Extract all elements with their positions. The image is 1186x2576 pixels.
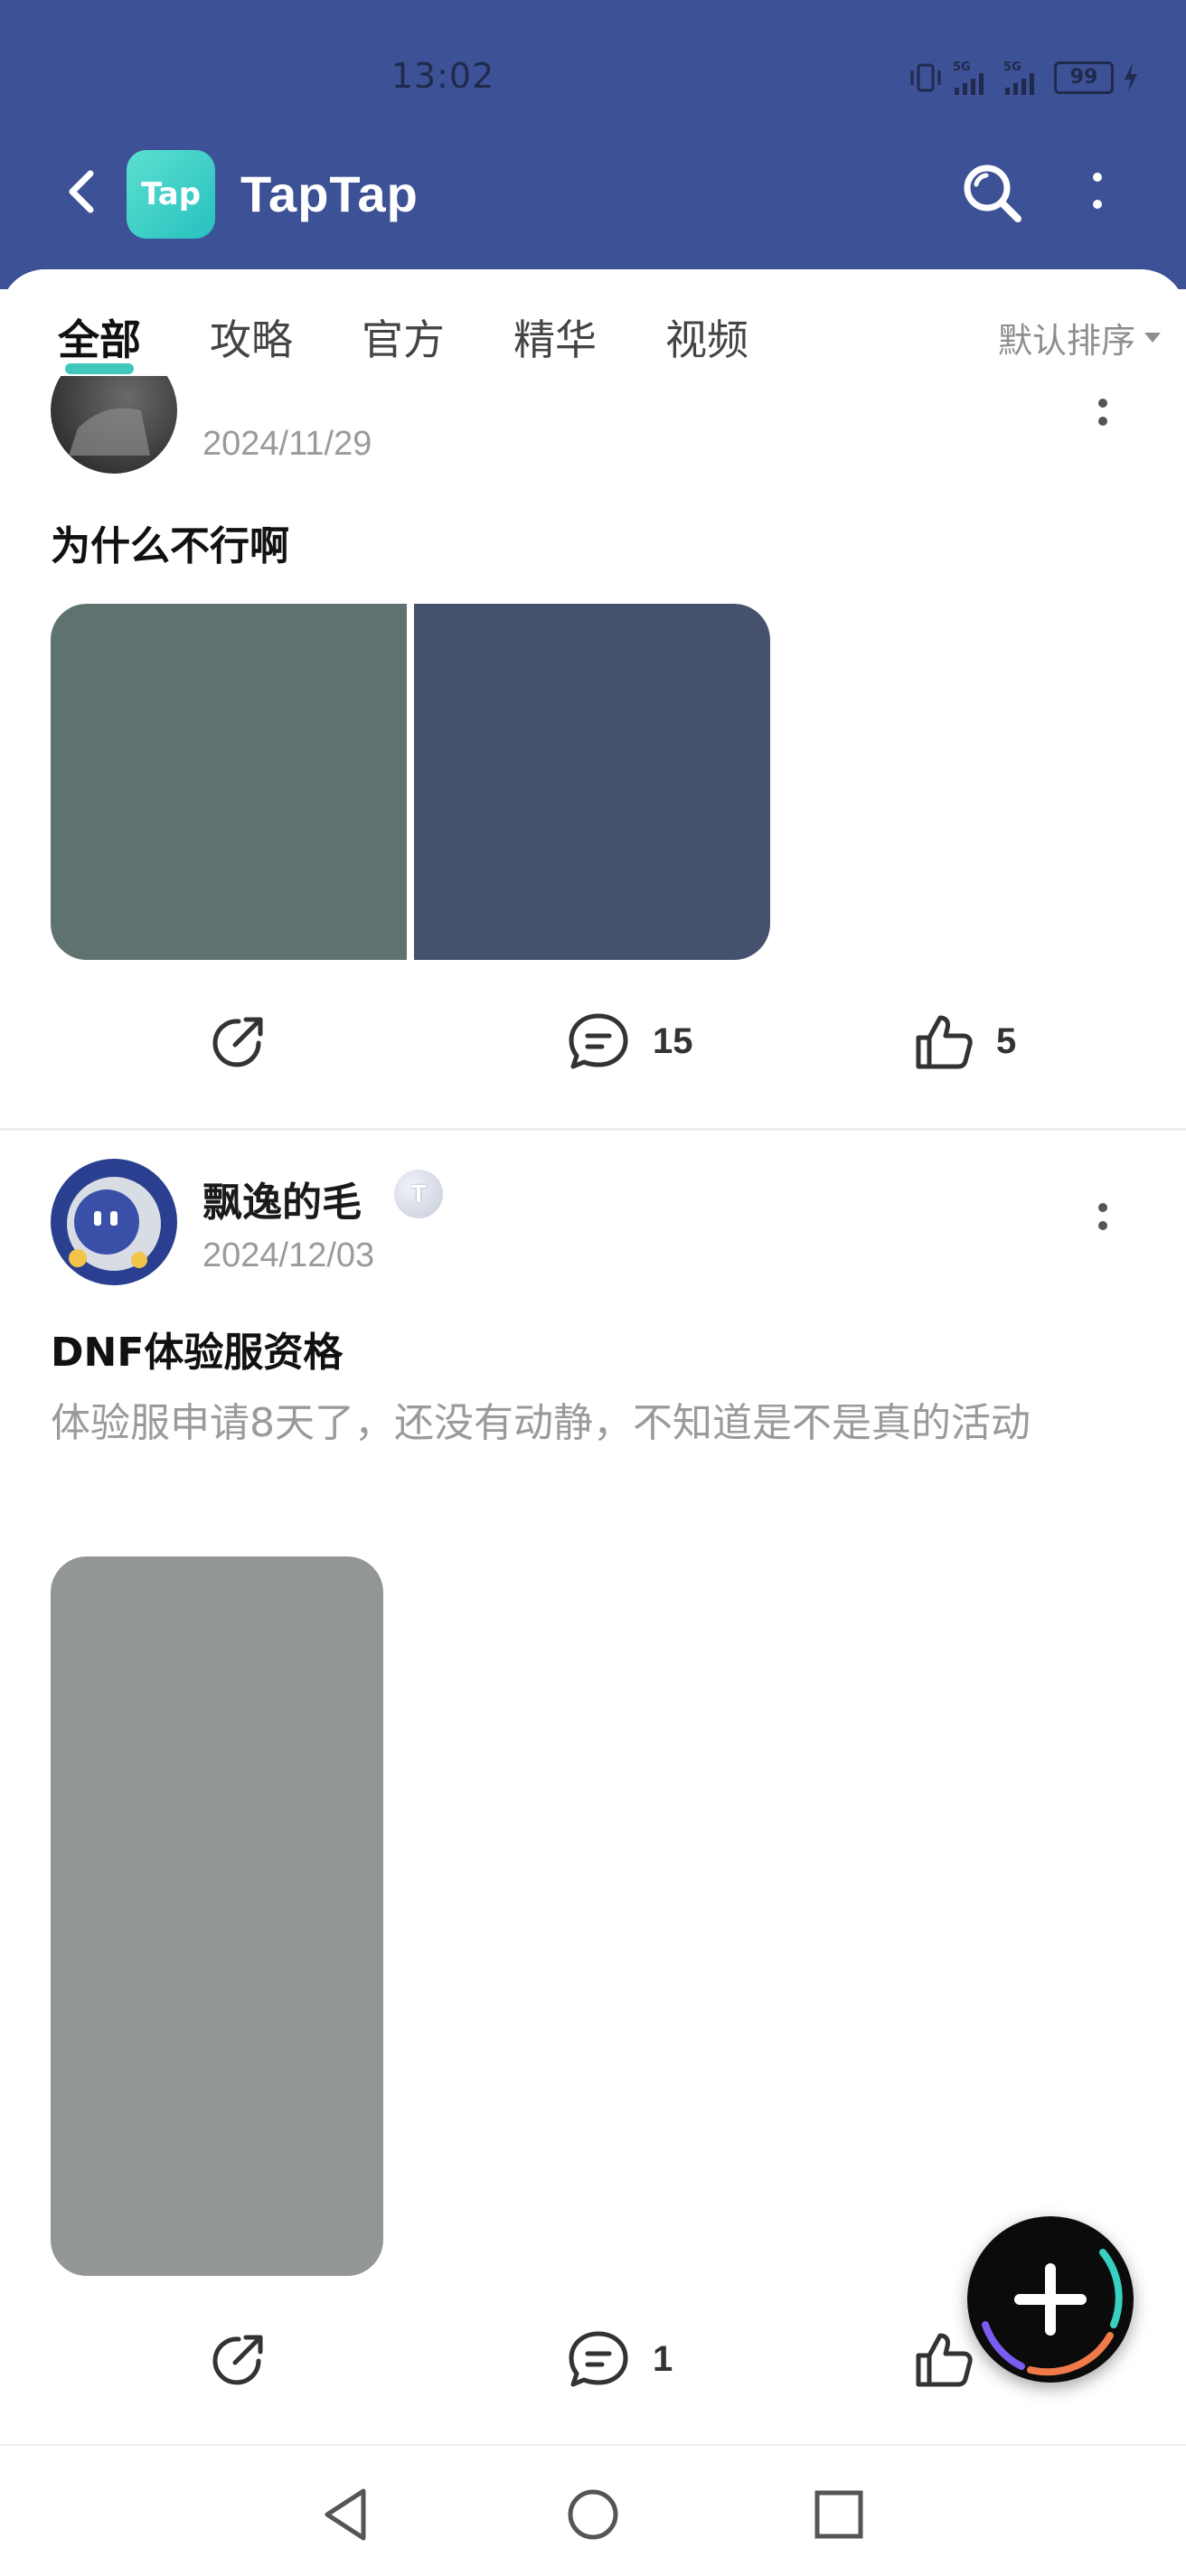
app-title: TapTap [240, 165, 419, 222]
more-vertical-icon[interactable] [1094, 1200, 1112, 1251]
sort-dropdown[interactable]: 默认排序 [998, 313, 1161, 362]
avatar-image [67, 1177, 161, 1271]
signal-bars-icon [1005, 72, 1034, 95]
tab-bar: 全部 攻略 官方 精华 视频 默认排序 [0, 269, 1186, 376]
thumbs-up-icon [916, 1015, 973, 1069]
status-icons: 5G 5G 99 [908, 60, 1139, 96]
nav-home-icon[interactable] [566, 2487, 620, 2542]
signal-1-label: 5G [953, 60, 971, 74]
signal-bars-icon [955, 72, 984, 95]
tab-label: 全部 [58, 315, 141, 364]
nav-recents-icon[interactable] [814, 2489, 864, 2540]
thumbs-up-icon [916, 2333, 973, 2387]
back-arrow-icon[interactable] [56, 165, 110, 219]
comment-button[interactable]: 15 [566, 1011, 693, 1072]
tab-label: 攻略 [210, 315, 293, 364]
tab-label: 精华 [513, 315, 597, 364]
app-bar: Tap TapTap [0, 145, 1186, 244]
post-date: 2024/11/29 [202, 425, 372, 463]
post-card[interactable]: 2024/11/29 为什么不行啊 15 5 [0, 269, 1186, 1130]
signal-2-label: 5G [1003, 60, 1021, 74]
header: 13:02 5G 5G 99 Tap TapTap [0, 0, 1186, 289]
system-navigation-bar [0, 2444, 1186, 2576]
plus-icon [982, 2249, 1123, 2376]
tab-all[interactable]: 全部 [58, 307, 141, 374]
tab-label: 视频 [665, 315, 748, 364]
more-vertical-icon[interactable] [1094, 396, 1112, 447]
like-count: 5 [996, 1020, 1017, 1061]
post-image[interactable] [51, 604, 407, 960]
signal-2: 5G [1003, 61, 1040, 95]
post-date: 2024/12/03 [202, 1236, 375, 1274]
post-body: 体验服申请8天了，还没有动静，不知道是不是真的活动 [51, 1400, 1031, 1446]
sort-label: 默认排序 [997, 321, 1135, 361]
signal-1: 5G [953, 61, 989, 95]
tab-active-indicator [65, 363, 134, 374]
tab-guides[interactable]: 攻略 [210, 307, 293, 367]
tab-video[interactable]: 视频 [665, 307, 748, 367]
share-icon [212, 2335, 263, 2385]
post-username[interactable]: 飘逸的毛 [202, 1170, 362, 1227]
more-vertical-icon[interactable] [1081, 168, 1114, 222]
status-time: 13:02 [391, 56, 495, 96]
post-divider [0, 1128, 1186, 1131]
comment-count: 15 [653, 1020, 693, 1061]
vibrate-icon [910, 63, 941, 92]
comment-icon [569, 2331, 628, 2387]
taptap-logo: Tap [127, 150, 215, 239]
post-title: DNF体验服资格 [51, 1330, 344, 1376]
post-title: 为什么不行啊 [51, 523, 289, 569]
level-badge: T [394, 1170, 443, 1218]
comment-icon [569, 1013, 628, 1069]
tab-label: 官方 [362, 315, 445, 364]
share-icon [212, 1017, 263, 1067]
comment-count: 1 [653, 2338, 673, 2379]
comment-button[interactable]: 1 [566, 2328, 673, 2390]
tab-featured[interactable]: 精华 [513, 307, 597, 367]
like-button[interactable] [913, 2328, 974, 2390]
post-image[interactable] [414, 604, 770, 960]
share-button[interactable] [208, 1011, 269, 1072]
tab-official[interactable]: 官方 [362, 307, 445, 367]
avatar[interactable] [51, 1159, 177, 1285]
charging-icon [1125, 63, 1137, 92]
battery-indicator: 99 [1054, 61, 1114, 94]
search-icon[interactable] [956, 157, 1029, 230]
create-post-button[interactable] [967, 2216, 1134, 2383]
nav-back-icon[interactable] [322, 2487, 369, 2542]
post-image[interactable] [51, 1556, 383, 2276]
share-button[interactable] [208, 2328, 269, 2390]
like-button[interactable]: 5 [913, 1011, 1016, 1072]
caret-down-icon [1144, 333, 1161, 343]
status-bar: 13:02 5G 5G 99 [0, 0, 1186, 145]
content-panel: 全部 攻略 官方 精华 视频 默认排序 2024/11/29 为什么不行啊 15… [0, 269, 1186, 2440]
